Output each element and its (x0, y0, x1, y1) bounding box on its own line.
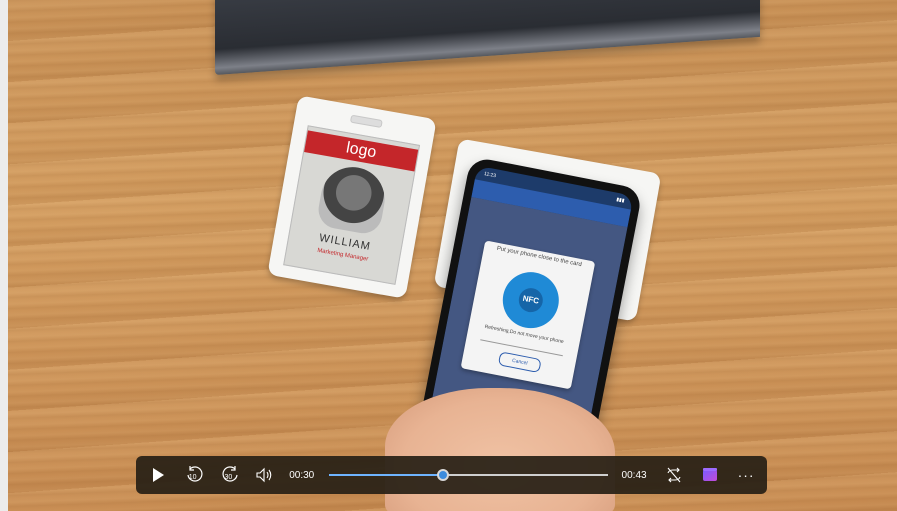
volume-icon (256, 467, 272, 483)
clipchamp-icon (703, 468, 718, 481)
repeat-off-icon (667, 467, 681, 483)
more-icon: ··· (737, 467, 755, 483)
badge-logo: logo (304, 130, 419, 172)
more-options-button[interactable]: ··· (735, 464, 757, 486)
seek-slider[interactable] (328, 464, 608, 486)
badge-slot (349, 114, 383, 129)
skip-forward-button[interactable]: 30 (219, 464, 241, 486)
seek-progress-fill (328, 474, 444, 476)
skip-forward-label: 30 (224, 474, 233, 481)
skip-back-button[interactable]: 10 (184, 464, 206, 486)
skip-back-label: 10 (188, 474, 197, 481)
phone-status-icons: ▮▮▮ (615, 196, 625, 205)
repeat-button[interactable] (663, 464, 685, 486)
play-icon (153, 468, 165, 482)
window-edge (0, 0, 8, 511)
current-time: 00:30 (289, 469, 315, 481)
nfc-icon-label: NFC (516, 286, 545, 315)
media-controls-bar: 10 30 00:30 00:43 ··· (136, 456, 767, 494)
portrait-photo (315, 162, 390, 237)
nfc-dialog-cancel: Cancel (497, 351, 542, 374)
video-frame[interactable]: logo WILLIAM Marketing Manager 11:23 ▮▮▮… (0, 0, 897, 511)
seek-thumb[interactable] (437, 469, 450, 481)
nfc-icon: NFC (497, 267, 564, 334)
clipchamp-button[interactable] (699, 464, 721, 486)
total-time: 00:43 (621, 469, 647, 481)
eink-display: logo WILLIAM Marketing Manager (283, 125, 421, 285)
volume-button[interactable] (253, 464, 275, 486)
play-button[interactable] (148, 464, 170, 486)
